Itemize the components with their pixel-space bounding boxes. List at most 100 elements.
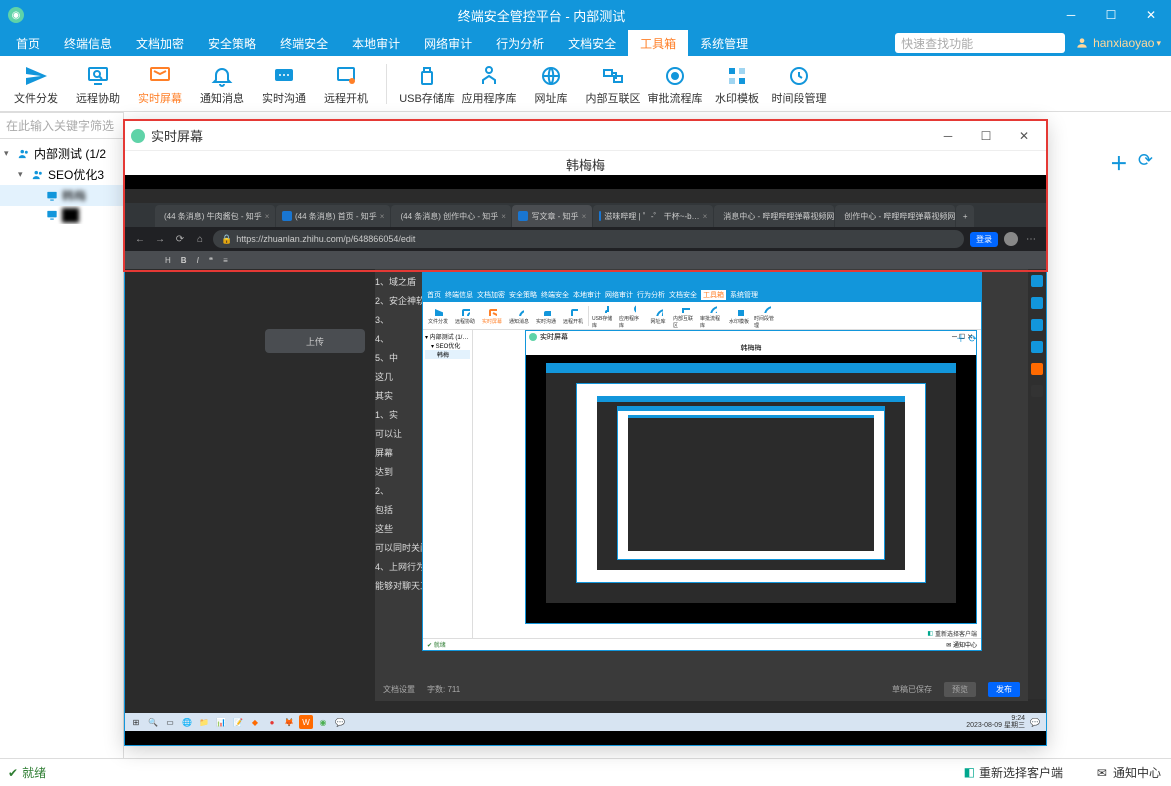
app-icon[interactable]: 📊 [214,715,228,729]
app-icon[interactable]: W [299,715,313,729]
maximize-button[interactable]: ☐ [1091,0,1131,30]
start-icon[interactable]: ⊞ [129,715,143,729]
main-menu-bar: 首页终端信息文档加密安全策略终端安全本地审计网络审计行为分析文档安全工具箱系统管… [0,30,1171,56]
taskbar-clock[interactable]: 9:242023-08-09 星期三 [966,715,1025,729]
menu-本地审计[interactable]: 本地审计 [340,30,412,56]
browser-tab[interactable]: (44 条消息) 牛肉酱包 - 知乎× [155,205,275,227]
browser-tab[interactable]: 滋味哔哩 | ゜-゜ 干杯~-b…× [593,205,713,227]
status-ready: ✔ 就绪 [8,764,46,781]
ribbon-USB存储库[interactable]: USB存储库 [399,62,455,106]
user-menu[interactable]: hanxiaoyao▾ [1075,36,1161,50]
edge-icon[interactable]: 🌐 [180,715,194,729]
apps-icon [477,62,501,90]
tab-close-icon[interactable]: × [501,212,506,221]
tab-close-icon[interactable]: × [380,212,385,221]
app-icon[interactable]: ● [265,715,279,729]
rail-icon[interactable] [1031,363,1043,375]
menu-终端安全[interactable]: 终端安全 [268,30,340,56]
remote-screen-viewport[interactable]: (44 条消息) 牛肉酱包 - 知乎×(44 条消息) 首页 - 知乎×(44 … [125,175,1046,745]
rt-minimize-button[interactable]: ─ [932,121,964,151]
ribbon-远程协助[interactable]: 远程协助 [70,62,126,106]
search-input[interactable]: 快速查找功能 [895,33,1065,53]
home-icon[interactable]: ⌂ [193,232,207,246]
page-right-rail [1028,269,1046,699]
rail-icon[interactable] [1031,297,1043,309]
rail-icon[interactable] [1031,385,1043,397]
browser-toolbar: ← → ⟳ ⌂ 🔒 https://zhuanlan.zhihu.com/p/6… [125,227,1046,251]
app-icon[interactable]: 📝 [231,715,245,729]
browser-tab[interactable]: 创作中心 - 哔哩哔哩弹幕视频网× [835,205,955,227]
upload-button[interactable]: 上传 [265,329,365,353]
nested-app-window: 首页终端信息文档加密安全策略终端安全本地审计网络审计行为分析文档安全工具箱系统管… [422,271,982,651]
tree-client[interactable]: 韩梅 [0,185,123,206]
user-icon [1075,36,1089,50]
ribbon-内部互联区[interactable]: 内部互联区 [585,62,641,106]
app-icon[interactable]: ◆ [248,715,262,729]
tree-group[interactable]: ▾SEO优化3 [0,164,123,185]
menu-文档安全[interactable]: 文档安全 [556,30,628,56]
app-icon[interactable]: 💬 [333,715,347,729]
reselect-client-bar[interactable]: ◧重新选择客户端 [964,761,1063,783]
tab-close-icon[interactable]: × [582,212,587,221]
refresh-button[interactable]: ⟳ [1138,150,1153,176]
browser-tab[interactable]: (44 条消息) 创作中心 - 知乎× [391,205,511,227]
add-button[interactable]: ＋ [1110,150,1128,176]
taskview-icon[interactable]: ▭ [163,715,177,729]
publish-button[interactable]: 发布 [988,682,1020,697]
ribbon-时间段管理[interactable]: 时间段管理 [771,62,827,106]
ribbon-审批流程库[interactable]: 审批流程库 [647,62,703,106]
forward-icon[interactable]: → [153,232,167,246]
ribbon-通知消息[interactable]: 通知消息 [194,62,250,106]
rail-icon[interactable] [1031,341,1043,353]
user-name: hanxiaoyao [1093,36,1154,50]
rail-icon[interactable] [1031,275,1043,287]
menu-终端信息[interactable]: 终端信息 [52,30,124,56]
minimize-button[interactable]: ─ [1051,0,1091,30]
ribbon-应用程序库[interactable]: 应用程序库 [461,62,517,106]
menu-系统管理[interactable]: 系统管理 [688,30,760,56]
back-icon[interactable]: ← [133,232,147,246]
reload-icon[interactable]: ⟳ [173,232,187,246]
notice-center-link[interactable]: 通知中心 [1113,764,1161,781]
ribbon-网址库[interactable]: 网址库 [523,62,579,106]
explorer-icon[interactable]: 📁 [197,715,211,729]
nested-sidebar: ▾ 内部测试 (1/… ▾ SEO优化 韩梅 [423,330,473,638]
ribbon-远程开机[interactable]: 远程开机 [318,62,374,106]
doc-settings-link[interactable]: 文档设置 [383,684,415,695]
menu-安全策略[interactable]: 安全策略 [196,30,268,56]
ribbon-水印模板[interactable]: 水印模板 [709,62,765,106]
close-button[interactable]: ✕ [1131,0,1171,30]
menu-行为分析[interactable]: 行为分析 [484,30,556,56]
preview-button[interactable]: 预览 [944,682,976,697]
ribbon-文件分发[interactable]: 文件分发 [8,62,64,106]
new-tab-button[interactable]: + [956,205,974,227]
ribbon-实时沟通[interactable]: 实时沟通 [256,62,312,106]
tab-close-icon[interactable]: × [265,212,270,221]
rt-close-button[interactable]: ✕ [1008,121,1040,151]
browser-tab[interactable]: 写文章 - 知乎× [512,205,592,227]
rail-icon[interactable] [1031,319,1043,331]
avatar-icon[interactable] [1004,232,1018,246]
usb-icon [415,62,439,90]
browser-tab[interactable]: 消息中心 - 哔哩哔哩弹幕视频网× [714,205,834,227]
rt-maximize-button[interactable]: ☐ [970,121,1002,151]
tree-client[interactable]: ██ [0,206,123,224]
login-button[interactable]: 登录 [970,232,998,247]
menu-首页[interactable]: 首页 [4,30,52,56]
notification-icon[interactable]: 💬 [1028,715,1042,729]
tree-filter-input[interactable]: 在此输入关键字筛选 [0,113,123,139]
watermark-icon [725,62,749,90]
menu-icon[interactable]: ⋯ [1024,232,1038,246]
address-bar[interactable]: 🔒 https://zhuanlan.zhihu.com/p/648866054… [213,230,964,248]
browser-tab[interactable]: (44 条消息) 首页 - 知乎× [276,205,390,227]
ribbon-实时屏幕[interactable]: 实时屏幕 [132,62,188,106]
menu-网络审计[interactable]: 网络审计 [412,30,484,56]
search-icon[interactable]: 🔍 [146,715,160,729]
nested-reselect[interactable]: ◧重新选择客户端 [927,629,977,638]
app-icon[interactable]: ◉ [316,715,330,729]
menu-工具箱[interactable]: 工具箱 [628,30,688,56]
menu-文档加密[interactable]: 文档加密 [124,30,196,56]
firefox-icon[interactable]: 🦊 [282,715,296,729]
tab-close-icon[interactable]: × [703,212,708,221]
tree-group[interactable]: ▾内部测试 (1/2 [0,143,123,164]
